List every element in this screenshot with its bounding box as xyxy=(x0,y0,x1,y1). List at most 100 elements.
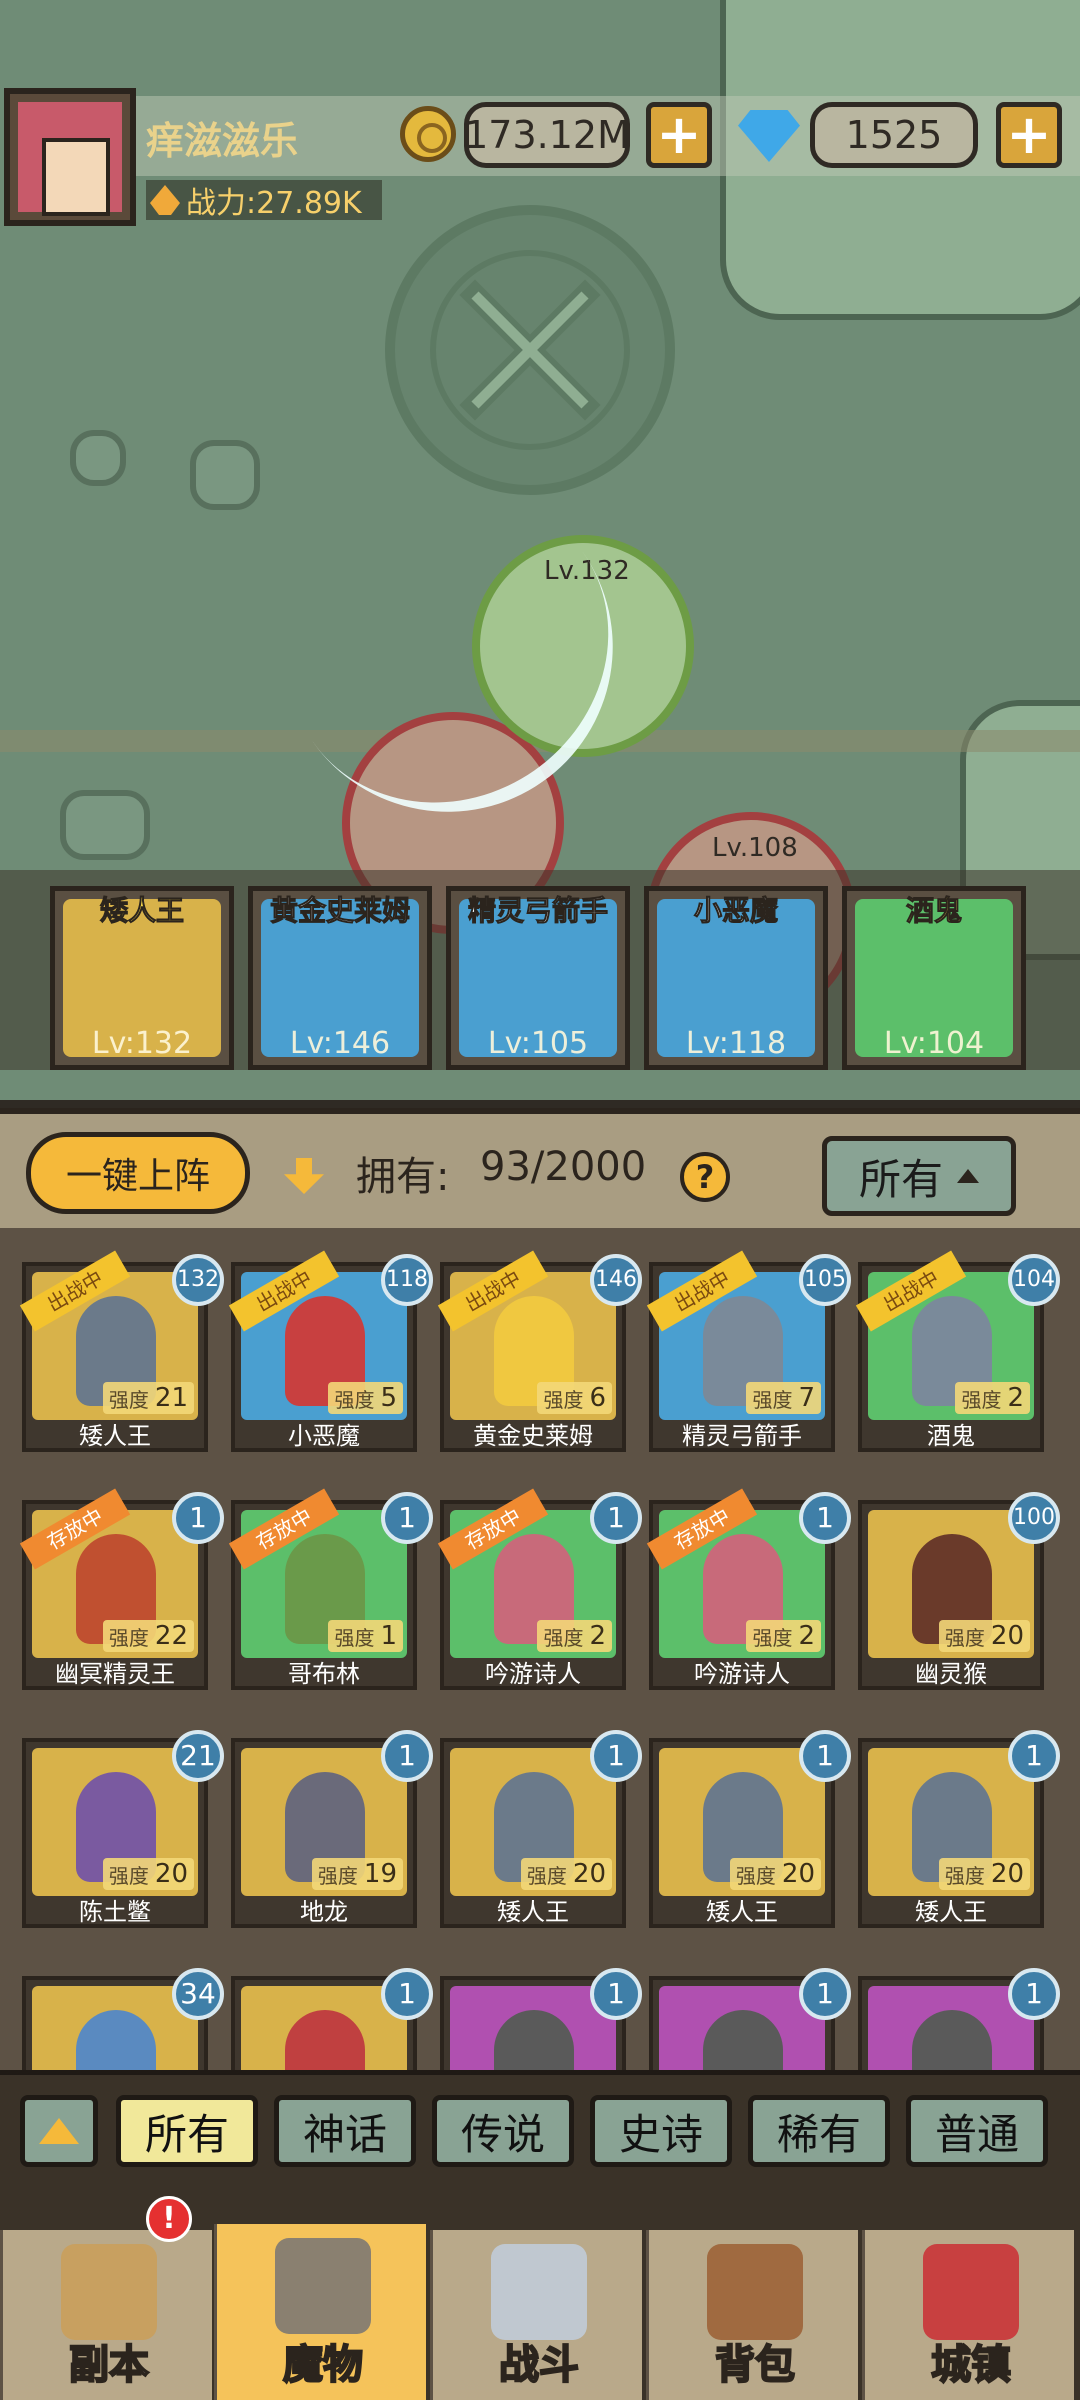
nav-town[interactable]: 城镇 xyxy=(862,2230,1074,2400)
level-badge: 1 xyxy=(799,1730,851,1782)
strength-value: 20 xyxy=(990,1621,1024,1651)
lineup-slot[interactable]: 小恶魔 Lv:118 xyxy=(644,886,828,1070)
nav-label: 魔物 xyxy=(282,2341,364,2389)
monster-card[interactable]: 出战中 强度 5 118 小恶魔 xyxy=(228,1250,433,1452)
monster-card[interactable]: 存放中 强度 22 1 幽冥精灵王 xyxy=(19,1488,224,1690)
level-badge: 21 xyxy=(172,1730,224,1782)
monster-card[interactable]: 34 xyxy=(22,1968,224,2070)
monster-name: 地龙 xyxy=(300,1898,348,1926)
chevron-up-icon xyxy=(957,1169,979,1183)
monster-card[interactable]: 出战中 强度 21 132 矮人王 xyxy=(19,1250,224,1452)
battle-emblem xyxy=(385,205,675,495)
strength-tag: 强度 1 xyxy=(328,1620,403,1652)
monster-card[interactable]: 出战中 强度 6 146 黄金史莱姆 xyxy=(437,1250,642,1452)
collapse-button[interactable] xyxy=(20,2095,98,2167)
gem-amount: 1525 xyxy=(810,102,978,168)
monster-name: 酒鬼 xyxy=(927,1422,975,1450)
lineup-name: 矮人王 xyxy=(99,894,184,928)
nav-dungeon[interactable]: 副本 xyxy=(0,2230,212,2400)
strength-label: 强度 xyxy=(944,1863,985,1888)
lineup-slot[interactable]: 精灵弓箭手 Lv:105 xyxy=(446,886,630,1070)
monster-card[interactable]: 出战中 强度 7 105 精灵弓箭手 xyxy=(646,1250,851,1452)
avatar[interactable] xyxy=(4,88,136,226)
filter-rare[interactable]: 稀有 xyxy=(748,2095,890,2167)
map-icon xyxy=(61,2244,157,2340)
auto-deploy-button[interactable]: 一键上阵 xyxy=(26,1132,250,1214)
avatar-face xyxy=(18,102,122,216)
add-gems-button[interactable]: + xyxy=(996,102,1062,168)
filter-legendary[interactable]: 传说 xyxy=(432,2095,574,2167)
level-badge: 34 xyxy=(172,1968,224,2020)
monster-card[interactable]: 存放中 强度 2 1 吟游诗人 xyxy=(646,1488,851,1690)
lineup-level: Lv:146 xyxy=(289,1026,391,1061)
combat-power: 战力:27.89K xyxy=(146,180,382,221)
nav-label: 背包 xyxy=(714,2341,796,2389)
lineup-name: 黄金史莱姆 xyxy=(269,894,410,928)
level-badge: 118 xyxy=(381,1254,433,1306)
top-bar: 痒滋滋乐 战力:27.89K 173.12M + 1525 + xyxy=(0,88,1080,228)
strength-value: 6 xyxy=(589,1383,606,1413)
backpack-icon xyxy=(707,2244,803,2340)
add-gold-button[interactable]: + xyxy=(646,102,712,168)
strength-value: 2 xyxy=(589,1621,606,1651)
strength-label: 强度 xyxy=(526,1863,567,1888)
crossed-swords-icon xyxy=(491,2244,587,2340)
monster-card[interactable]: 强度 20 100 幽灵猴 xyxy=(858,1492,1060,1690)
strength-tag: 强度 21 xyxy=(102,1382,194,1414)
level-badge: 105 xyxy=(799,1254,851,1306)
help-icon[interactable]: ? xyxy=(680,1152,730,1202)
strength-tag: 强度 20 xyxy=(520,1858,612,1890)
player-name: 痒滋滋乐 xyxy=(146,119,299,163)
strength-tag: 强度 20 xyxy=(938,1858,1030,1890)
monster-card[interactable]: 强度 20 1 矮人王 xyxy=(649,1730,851,1928)
nav-backpack[interactable]: 背包 xyxy=(646,2230,858,2400)
filter-mythic[interactable]: 神话 xyxy=(274,2095,416,2167)
filter-epic[interactable]: 史诗 xyxy=(590,2095,732,2167)
lineup-slot[interactable]: 黄金史莱姆 Lv:146 xyxy=(248,886,432,1070)
monster-name: 小恶魔 xyxy=(288,1422,360,1450)
strength-label: 强度 xyxy=(543,1387,584,1412)
shop-icon xyxy=(923,2244,1019,2340)
level-badge: 1 xyxy=(1008,1968,1060,2020)
level-badge: 1 xyxy=(172,1492,224,1544)
power-icon xyxy=(150,185,180,215)
island-tile xyxy=(70,430,126,486)
nav-battle[interactable]: 战斗 xyxy=(430,2230,642,2400)
monster-name: 陈土鳖 xyxy=(79,1898,151,1926)
monster-card[interactable]: 1 xyxy=(440,1968,642,2070)
strength-label: 强度 xyxy=(752,1387,793,1412)
monster-card[interactable]: 强度 20 1 矮人王 xyxy=(858,1730,1060,1928)
monster-figure xyxy=(494,2010,574,2070)
monster-card[interactable]: 强度 19 1 地龙 xyxy=(231,1730,433,1928)
filter-all[interactable]: 所有 xyxy=(116,2095,258,2167)
strength-tag: 强度 7 xyxy=(746,1382,821,1414)
monster-card[interactable]: 强度 20 1 矮人王 xyxy=(440,1730,642,1928)
lineup-slot[interactable]: 矮人王 Lv:132 xyxy=(50,886,234,1070)
monster-card[interactable]: 出战中 强度 2 104 酒鬼 xyxy=(855,1250,1060,1452)
lineup-slot[interactable]: 酒鬼 Lv:104 xyxy=(842,886,1026,1070)
level-badge: 1 xyxy=(590,1968,642,2020)
monster-card[interactable]: 1 xyxy=(649,1968,851,2070)
strength-value: 20 xyxy=(781,1859,815,1889)
lineup-level: Lv:118 xyxy=(685,1026,787,1061)
monster-card[interactable]: 强度 20 21 陈土鳖 xyxy=(22,1730,224,1928)
nav-monsters[interactable]: 魔物 xyxy=(214,2224,426,2400)
strength-tag: 强度 20 xyxy=(938,1620,1030,1652)
monster-card[interactable]: 1 xyxy=(231,1968,433,2070)
unit-level: Lv.108 xyxy=(712,833,798,863)
monster-card[interactable]: 1 xyxy=(858,1968,1060,2070)
lineup-level: Lv:105 xyxy=(487,1026,589,1061)
filter-common[interactable]: 普通 xyxy=(906,2095,1048,2167)
monster-name: 矮人王 xyxy=(915,1898,987,1926)
sort-filter-dropdown[interactable]: 所有 xyxy=(822,1136,1016,1216)
monster-card[interactable]: 存放中 强度 1 1 哥布林 xyxy=(228,1488,433,1690)
monster-name: 吟游诗人 xyxy=(694,1660,790,1688)
strength-tag: 强度 2 xyxy=(955,1382,1030,1414)
monster-figure xyxy=(285,2010,365,2070)
strength-value: 20 xyxy=(572,1859,606,1889)
level-badge: 132 xyxy=(172,1254,224,1306)
nav-label: 副本 xyxy=(68,2341,150,2389)
monster-card[interactable]: 存放中 强度 2 1 吟游诗人 xyxy=(437,1488,642,1690)
island-tile xyxy=(60,790,150,860)
strength-value: 2 xyxy=(1007,1383,1024,1413)
